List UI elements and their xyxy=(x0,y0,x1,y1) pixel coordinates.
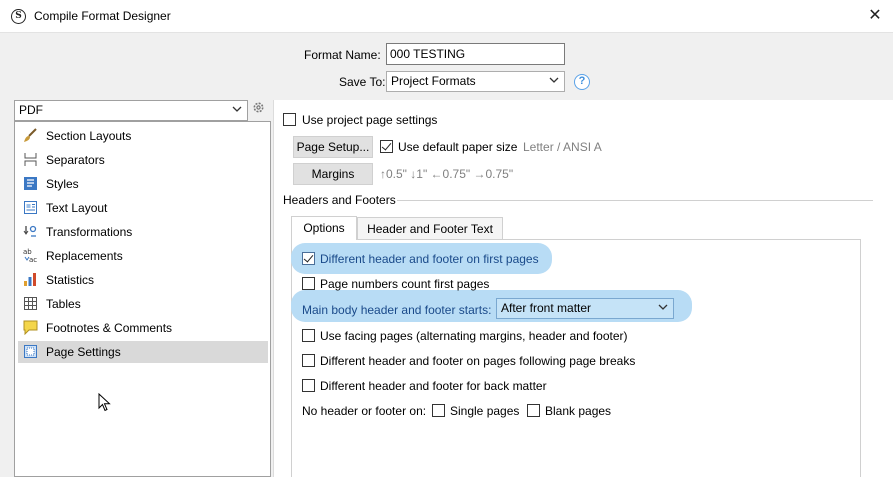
sidebar-item-label: Replacements xyxy=(46,249,123,263)
section-divider xyxy=(397,200,873,201)
use-project-page-settings-checkbox[interactable] xyxy=(283,113,296,126)
margins-button[interactable]: Margins xyxy=(293,163,373,185)
sidebar-item-footnotes-comments[interactable]: Footnotes & Comments xyxy=(18,317,268,339)
format-name-label: Format Name: xyxy=(304,48,381,62)
sidebar-item-label: Text Layout xyxy=(46,201,108,215)
page-numbers-count-label: Page numbers count first pages xyxy=(320,277,490,291)
sidebar-item-transformations[interactable]: Transformations xyxy=(18,221,268,243)
statistics-icon xyxy=(23,272,38,287)
main-body-starts-label: Main body header and footer starts: xyxy=(302,303,492,317)
diff-following-breaks-label: Different header and footer on pages fol… xyxy=(320,354,636,368)
sidebar-item-label: Tables xyxy=(46,297,81,311)
sidebar-item-label: Footnotes & Comments xyxy=(46,321,173,335)
sidebar-item-page-settings[interactable]: Page Settings xyxy=(18,341,268,363)
diff-first-pages-checkbox[interactable] xyxy=(302,252,315,265)
page-settings-icon xyxy=(23,344,38,359)
sidebar-item-statistics[interactable]: Statistics xyxy=(18,269,268,291)
no-header-footer-label: No header or footer on: xyxy=(302,404,427,418)
sidebar-item-text-layout[interactable]: Text Layout xyxy=(18,197,268,219)
facing-pages-label: Use facing pages (alternating margins, h… xyxy=(320,329,628,343)
sidebar-item-label: Separators xyxy=(46,153,105,167)
diff-following-breaks-checkbox[interactable] xyxy=(302,354,315,367)
tab-header-footer-text[interactable]: Header and Footer Text xyxy=(357,217,503,240)
output-format-value: PDF xyxy=(19,103,43,117)
blank-pages-checkbox[interactable] xyxy=(527,404,540,417)
margins-values: ↑0.5" ↓1" ←0.75" →0.75" xyxy=(380,167,514,181)
save-to-label: Save To: xyxy=(339,75,386,89)
close-icon[interactable]: ✕ xyxy=(865,6,885,26)
facing-pages-checkbox[interactable] xyxy=(302,329,315,342)
brush-icon xyxy=(23,128,38,143)
main-body-starts-value: After front matter xyxy=(501,301,592,315)
transformations-icon xyxy=(23,224,38,239)
diff-back-matter-label: Different header and footer for back mat… xyxy=(320,379,547,393)
svg-text:ab: ab xyxy=(23,248,32,256)
svg-text:ac: ac xyxy=(29,256,37,263)
diff-first-pages-label: Different header and footer on first pag… xyxy=(320,252,539,266)
use-default-paper-size-label: Use default paper size xyxy=(398,140,518,154)
scrivener-app-icon: S xyxy=(11,9,26,24)
replacements-icon: ab ac xyxy=(23,248,38,264)
help-icon[interactable]: ? xyxy=(574,74,590,90)
format-name-input[interactable]: 000 TESTING xyxy=(386,43,565,65)
diff-back-matter-checkbox[interactable] xyxy=(302,379,315,392)
page-setup-button[interactable]: Page Setup... xyxy=(293,136,373,158)
single-pages-checkbox[interactable] xyxy=(432,404,445,417)
sidebar-item-label: Section Layouts xyxy=(46,129,132,143)
sidebar-item-label: Statistics xyxy=(46,273,95,287)
save-to-select[interactable]: Project Formats xyxy=(386,71,565,92)
mouse-cursor-icon xyxy=(98,392,112,416)
use-project-page-settings-label: Use project page settings xyxy=(302,113,438,127)
title-bar: S Compile Format Designer ✕ xyxy=(0,0,893,33)
main-body-starts-select[interactable]: After front matter xyxy=(496,298,674,319)
window-title: Compile Format Designer xyxy=(34,9,171,23)
blank-pages-label: Blank pages xyxy=(545,404,612,418)
save-to-value: Project Formats xyxy=(391,74,476,88)
separators-icon xyxy=(23,152,38,167)
single-pages-label: Single pages xyxy=(450,404,520,418)
chevron-down-icon xyxy=(658,303,668,314)
paper-size-value: Letter / ANSI A xyxy=(523,140,602,154)
sidebar-item-section-layouts[interactable]: Section Layouts xyxy=(18,125,268,147)
page-numbers-count-checkbox[interactable] xyxy=(302,277,315,290)
sidebar-item-styles[interactable]: Styles xyxy=(18,173,268,195)
chevron-down-icon xyxy=(549,76,559,87)
sidebar-item-label: Page Settings xyxy=(46,345,121,359)
text-layout-icon xyxy=(23,200,38,215)
tables-icon xyxy=(23,296,38,311)
sidebar-item-replacements[interactable]: ab ac Replacements xyxy=(18,245,268,267)
styles-icon xyxy=(23,176,38,191)
sidebar-item-tables[interactable]: Tables xyxy=(18,293,268,315)
headers-footers-heading: Headers and Footers xyxy=(283,193,396,207)
gear-icon[interactable] xyxy=(252,101,265,117)
sidebar-item-label: Transformations xyxy=(46,225,133,239)
output-format-select[interactable]: PDF xyxy=(14,100,248,121)
sidebar-item-label: Styles xyxy=(46,177,79,191)
sidebar: Section Layouts Separators Styles Text L… xyxy=(14,121,271,477)
use-default-paper-size-checkbox[interactable] xyxy=(380,140,393,153)
footnotes-icon xyxy=(23,320,38,336)
sidebar-item-separators[interactable]: Separators xyxy=(18,149,268,171)
chevron-down-icon xyxy=(232,105,242,116)
tab-options[interactable]: Options xyxy=(291,216,357,240)
